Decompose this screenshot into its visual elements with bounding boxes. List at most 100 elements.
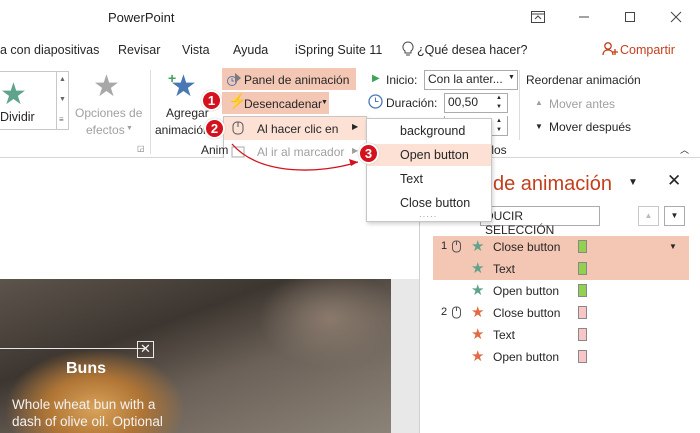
slide-body-line-1: Whole wheat bun with a <box>12 397 156 412</box>
popup-line <box>0 348 146 349</box>
animation-item[interactable]: ★ Text <box>433 324 689 346</box>
dividir-star-icon: ★ <box>0 78 27 111</box>
animation-pane-icon <box>226 71 242 90</box>
animation-item[interactable]: ★ Open button <box>433 346 689 368</box>
animation-item-name: Close button <box>493 306 561 320</box>
trigger-item-background[interactable]: background <box>367 120 491 142</box>
retraso-spinner-icon[interactable]: ▲ ▼ <box>496 117 502 135</box>
lightbulb-icon <box>402 41 414 60</box>
timing-bar <box>578 328 587 341</box>
animation-item[interactable]: 1 ★ Close button ▼ <box>433 236 689 258</box>
callout-2: 2 <box>204 118 225 139</box>
timing-bar <box>578 284 587 297</box>
timing-bar <box>578 350 587 363</box>
animation-item-number: 1 <box>441 240 448 252</box>
trigger-item-open-button[interactable]: Open button <box>367 144 491 166</box>
plus-icon: + <box>168 70 177 86</box>
share-button[interactable]: Compartir <box>620 43 675 57</box>
agregar-label-2[interactable]: animación <box>155 123 210 137</box>
timing-bar <box>578 262 587 275</box>
pane-title: de animación <box>493 173 612 195</box>
submenu-arrow-icon: ▶ <box>352 122 359 131</box>
animation-star-icon: ★ <box>471 326 485 343</box>
close-window-icon[interactable] <box>664 6 688 28</box>
trigger-dropdown: background Open button Text Close button… <box>366 118 492 222</box>
mover-despues-button[interactable]: Mover después <box>549 120 631 134</box>
gallery-more-icon[interactable]: ≡ <box>59 115 64 124</box>
clock-icon <box>368 94 383 112</box>
ribbon-display-options-icon[interactable] <box>526 6 550 28</box>
dropdown-resize-grip[interactable]: ····· <box>419 212 437 221</box>
slide-body-line-2: dash of olive oil. Optional <box>12 414 163 429</box>
opciones-label-2[interactable]: efectos <box>86 123 125 137</box>
play-selected-button[interactable]: DUCIR SELECCIÓN <box>480 206 600 237</box>
al-hacer-clic-label: Al hacer clic en <box>257 122 339 136</box>
timing-bar <box>578 240 587 253</box>
tab-ispring[interactable]: iSpring Suite 11 <box>295 43 382 57</box>
app-title: PowerPoint <box>108 10 175 25</box>
mover-antes-icon: ▲ <box>535 98 543 107</box>
item-options-icon[interactable]: ▼ <box>669 242 677 251</box>
animation-star-icon: ★ <box>471 260 485 277</box>
ribbon-separator-2 <box>519 70 520 140</box>
maximize-icon[interactable] <box>618 6 642 28</box>
tell-me-input[interactable]: ¿Qué desea hacer? <box>417 43 528 57</box>
trigger-item-close-button[interactable]: Close button <box>367 192 491 214</box>
pane-close-icon[interactable]: ✕ <box>667 171 681 191</box>
animation-item-number: 2 <box>441 306 448 318</box>
duracion-value: 00,50 <box>448 95 479 109</box>
animation-star-icon: ★ <box>471 348 485 365</box>
callout-3: 3 <box>358 143 379 164</box>
inicio-select[interactable]: Con la anter... <box>424 70 518 90</box>
mover-antes-button[interactable]: Mover antes <box>549 97 615 111</box>
callout-1: 1 <box>201 90 222 111</box>
animation-item[interactable]: ★ Text <box>433 258 689 280</box>
minimize-icon[interactable] <box>572 6 596 28</box>
inicio-label: Inicio: <box>386 73 418 87</box>
pane-options-icon[interactable]: ▼ <box>628 177 638 188</box>
play-icon: ▶ <box>372 73 380 84</box>
duracion-spinner-icon[interactable]: ▲ ▼ <box>496 94 502 112</box>
collapse-ribbon-icon[interactable]: ︿ <box>680 143 689 156</box>
close-button-shape[interactable]: ✕ <box>137 341 154 358</box>
tab-transiciones[interactable]: a con diapositivas <box>0 43 99 57</box>
slide-heading: Buns <box>66 360 106 377</box>
share-icon[interactable] <box>602 41 618 60</box>
duracion-label: Duración: <box>386 96 438 110</box>
gallery-down-icon[interactable]: ▼ <box>59 96 66 103</box>
panel-animacion-label: Panel de animación <box>244 73 350 87</box>
dialog-launcher-icon[interactable]: ◲ <box>137 144 145 153</box>
animation-item-name: Open button <box>493 350 560 364</box>
opciones-label-1[interactable]: Opciones de <box>75 106 142 120</box>
desencadenar-label: Desencadenar <box>244 97 323 111</box>
dividir-label[interactable]: Dividir <box>0 110 35 124</box>
tab-vista[interactable]: Vista <box>182 43 210 57</box>
move-up-button[interactable]: ▲ <box>638 206 659 226</box>
animation-item-name: Open button <box>493 284 560 298</box>
ribbon-separator <box>150 70 151 154</box>
timing-bar <box>578 306 587 319</box>
tab-revisar[interactable]: Revisar <box>118 43 160 57</box>
inicio-value: Con la anter... <box>428 72 503 86</box>
animation-item-name: Close button <box>493 240 561 254</box>
inicio-caret-icon[interactable]: ▼ <box>508 74 515 81</box>
animation-item[interactable]: ★ Open button <box>433 280 689 302</box>
animation-star-icon: ★ <box>471 282 485 299</box>
trigger-item-text[interactable]: Text <box>367 168 491 190</box>
animation-star-icon: ★ <box>471 238 485 255</box>
callout-arrow <box>231 143 359 171</box>
mouse-cursor-icon <box>231 121 245 138</box>
mouse-click-icon <box>451 239 463 257</box>
move-down-button[interactable]: ▼ <box>664 206 685 226</box>
tab-ayuda[interactable]: Ayuda <box>233 43 268 57</box>
opciones-caret-icon: ▼ <box>126 125 133 132</box>
reordenar-label: Reordenar animación <box>526 73 641 87</box>
animation-star-icon: ★ <box>471 304 485 321</box>
mover-despues-icon: ▼ <box>535 122 543 131</box>
opciones-star-icon: ★ <box>93 70 120 103</box>
animation-item[interactable]: 2 ★ Close button <box>433 302 689 324</box>
desencadenar-caret-icon: ▼ <box>321 99 328 106</box>
animation-item-name: Text <box>493 262 516 276</box>
agregar-label-1[interactable]: Agregar <box>166 106 209 120</box>
gallery-up-icon[interactable]: ▲ <box>59 76 66 83</box>
